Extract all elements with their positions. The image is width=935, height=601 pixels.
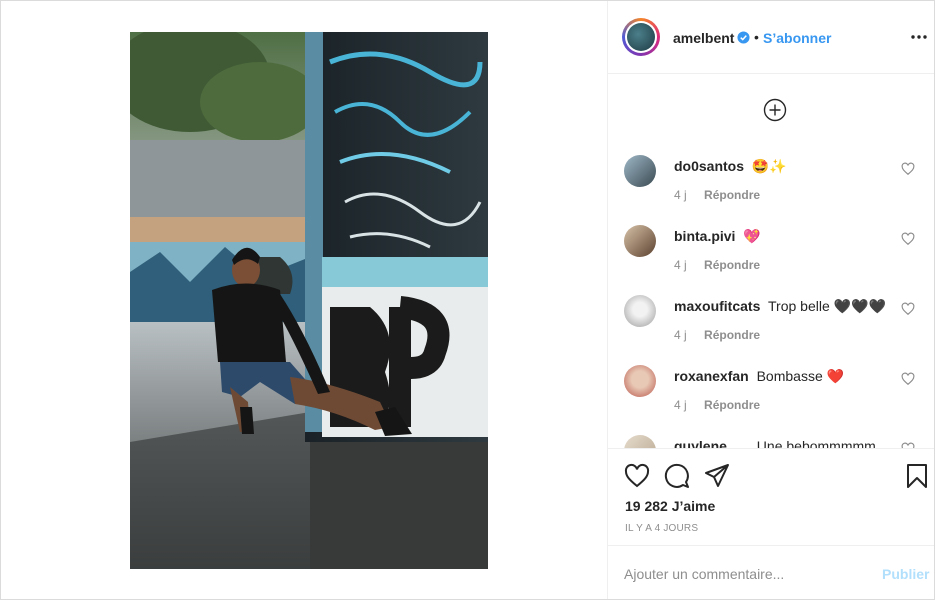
comment-text: Une bebommmmm bbox=[756, 438, 876, 448]
comment-time[interactable]: 4 j bbox=[674, 398, 687, 412]
comment-item: maxoufitcats Trop belle 🖤🖤🖤 4 j Répondre bbox=[624, 289, 924, 349]
reply-button[interactable]: Répondre bbox=[704, 258, 760, 272]
comment-input[interactable] bbox=[624, 564, 864, 584]
commenter-avatar[interactable] bbox=[624, 295, 656, 327]
comment-time[interactable]: 4 j bbox=[674, 328, 687, 342]
comment-item: binta.pivi 💖 4 j Répondre bbox=[624, 219, 924, 279]
heart-icon[interactable] bbox=[901, 302, 915, 316]
post-media bbox=[1, 1, 608, 599]
heart-icon[interactable] bbox=[901, 232, 915, 246]
heart-icon[interactable] bbox=[901, 372, 915, 386]
more-options-icon[interactable] bbox=[910, 28, 928, 46]
post-dialog: amelbent • S’abonner do0santos 🤩✨ 4 j Ré… bbox=[0, 0, 935, 600]
post-timestamp[interactable]: IL Y A 4 JOURS bbox=[625, 523, 698, 534]
commenter-username[interactable]: binta.pivi bbox=[674, 228, 735, 244]
comment-item: roxanexfan Bombasse ❤️ 4 j Répondre bbox=[624, 359, 924, 419]
reply-button[interactable]: Répondre bbox=[704, 398, 760, 412]
reply-button[interactable]: Répondre bbox=[704, 328, 760, 342]
follow-button[interactable]: S’abonner bbox=[763, 30, 831, 46]
commenter-username[interactable]: roxanexfan bbox=[674, 368, 749, 384]
comment-item: do0santos 🤩✨ 4 j Répondre bbox=[624, 149, 924, 209]
comments-list[interactable]: do0santos 🤩✨ 4 j Répondre binta.pivi 💖 4… bbox=[608, 74, 934, 448]
header-separator: • bbox=[754, 29, 759, 45]
bookmark-icon[interactable] bbox=[904, 463, 930, 489]
author-username[interactable]: amelbent bbox=[673, 30, 734, 46]
verified-badge-icon bbox=[737, 31, 750, 44]
comment-text: 💖 bbox=[743, 228, 761, 244]
comment-item: guylene Une bebommmmm bbox=[624, 429, 924, 448]
commenter-avatar[interactable] bbox=[624, 155, 656, 187]
commenter-avatar[interactable] bbox=[624, 435, 656, 448]
post-photo[interactable] bbox=[130, 32, 488, 569]
heart-icon[interactable] bbox=[901, 162, 915, 176]
photo-image bbox=[130, 32, 488, 569]
comment-text: Bombasse ❤️ bbox=[756, 368, 845, 384]
commenter-username[interactable]: maxoufitcats bbox=[674, 298, 760, 314]
heart-icon[interactable] bbox=[624, 463, 650, 489]
comment-icon[interactable] bbox=[664, 463, 690, 489]
post-actions: 19 282 J’aime IL Y A 4 JOURS Publier bbox=[608, 448, 934, 600]
reply-button[interactable]: Répondre bbox=[704, 188, 760, 202]
commenter-username[interactable]: guylene bbox=[674, 438, 727, 448]
commenter-avatar[interactable] bbox=[624, 225, 656, 257]
commenter-username[interactable]: do0santos bbox=[674, 158, 744, 174]
likes-count[interactable]: 19 282 J’aime bbox=[625, 498, 715, 514]
share-paper-plane-icon[interactable] bbox=[704, 463, 730, 489]
plus-circle-icon[interactable] bbox=[763, 98, 787, 122]
author-avatar[interactable] bbox=[622, 18, 660, 56]
commenter-avatar[interactable] bbox=[624, 365, 656, 397]
add-comment-section: Publier bbox=[608, 545, 934, 601]
comment-time[interactable]: 4 j bbox=[674, 258, 687, 272]
comment-time[interactable]: 4 j bbox=[674, 188, 687, 202]
comment-text: Trop belle 🖤🖤🖤 bbox=[768, 298, 886, 314]
post-sidebar: amelbent • S’abonner do0santos 🤩✨ 4 j Ré… bbox=[608, 1, 934, 599]
post-header: amelbent • S’abonner bbox=[608, 1, 934, 74]
publish-button[interactable]: Publier bbox=[882, 566, 929, 582]
comment-text: 🤩✨ bbox=[751, 158, 787, 174]
